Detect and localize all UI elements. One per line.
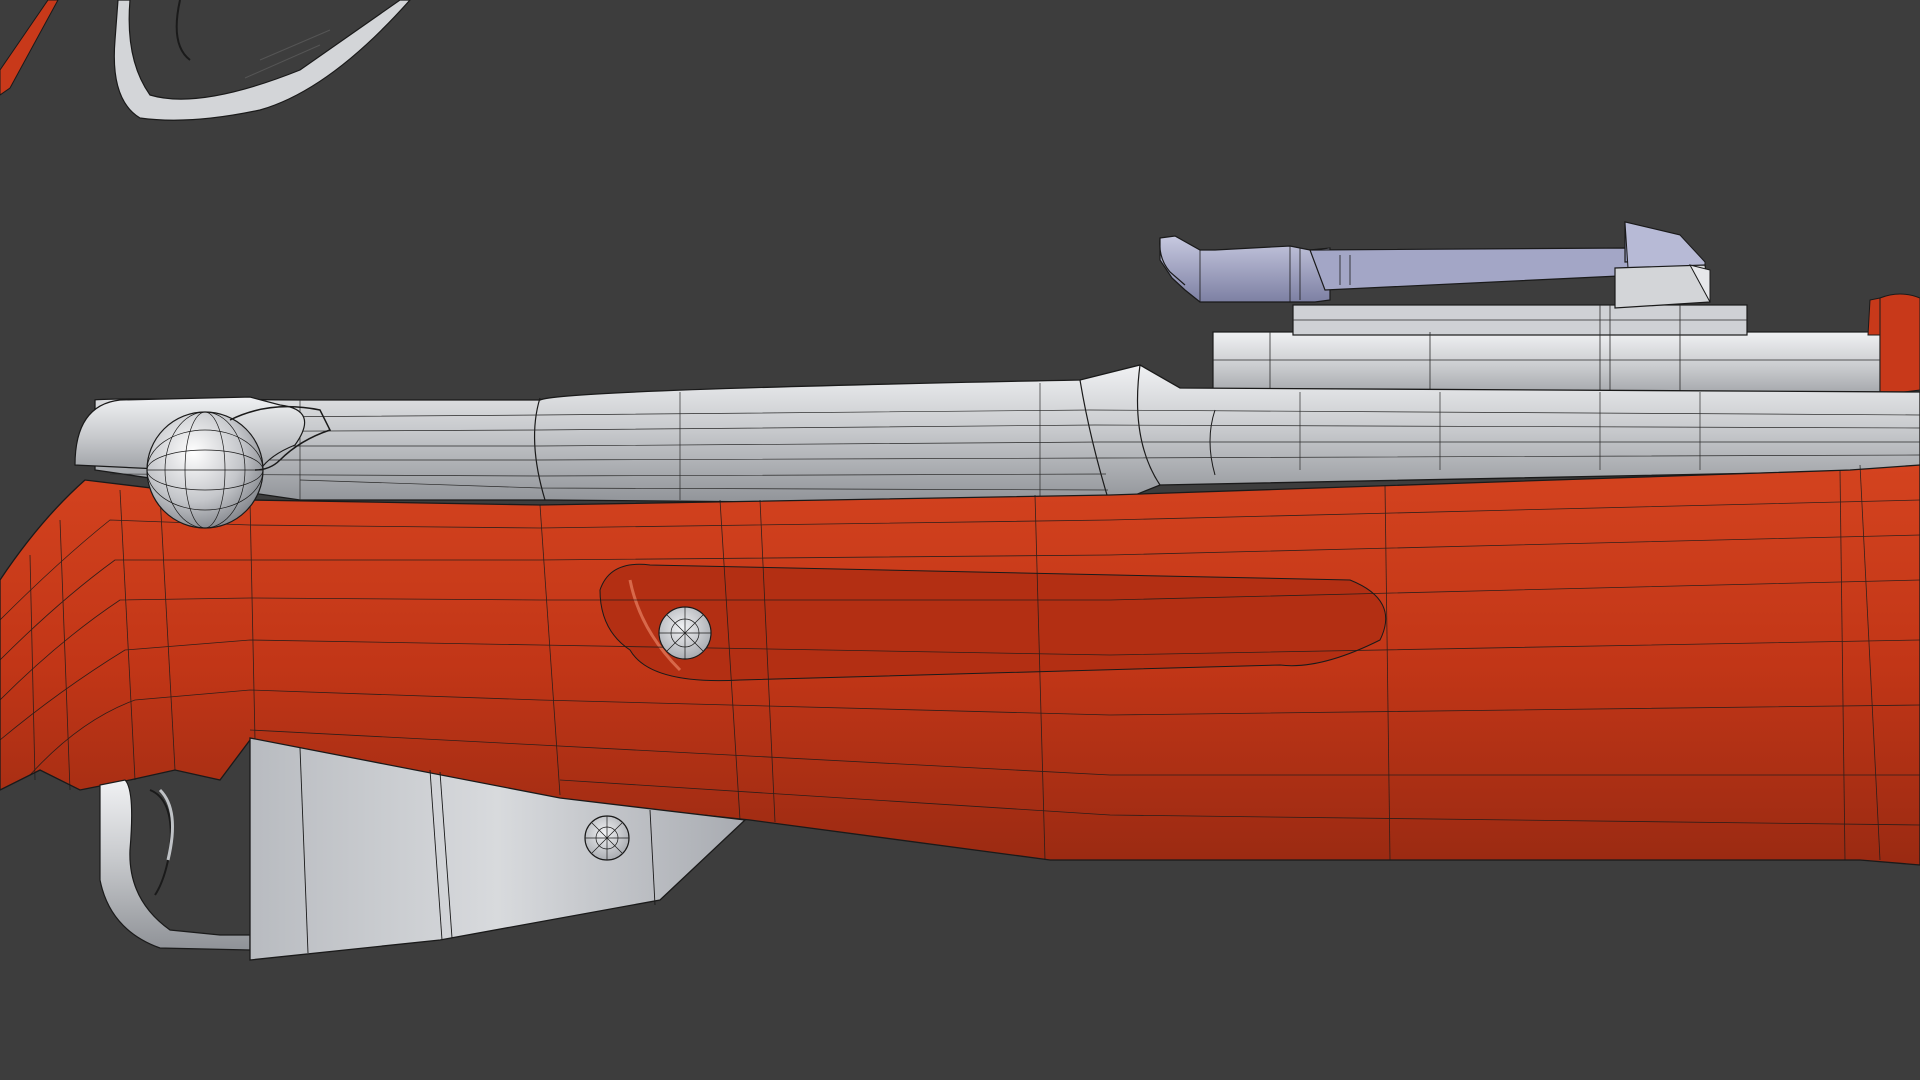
stock-screw: [658, 606, 712, 660]
rear-sight: [1159, 221, 1711, 309]
secondary-model-fragment: [0, 0, 411, 121]
rifle-model-render[interactable]: [0, 0, 1920, 1080]
trigger-guard: [99, 779, 251, 951]
magazine-screw: [584, 815, 630, 861]
3d-viewport[interactable]: [0, 0, 1920, 1080]
